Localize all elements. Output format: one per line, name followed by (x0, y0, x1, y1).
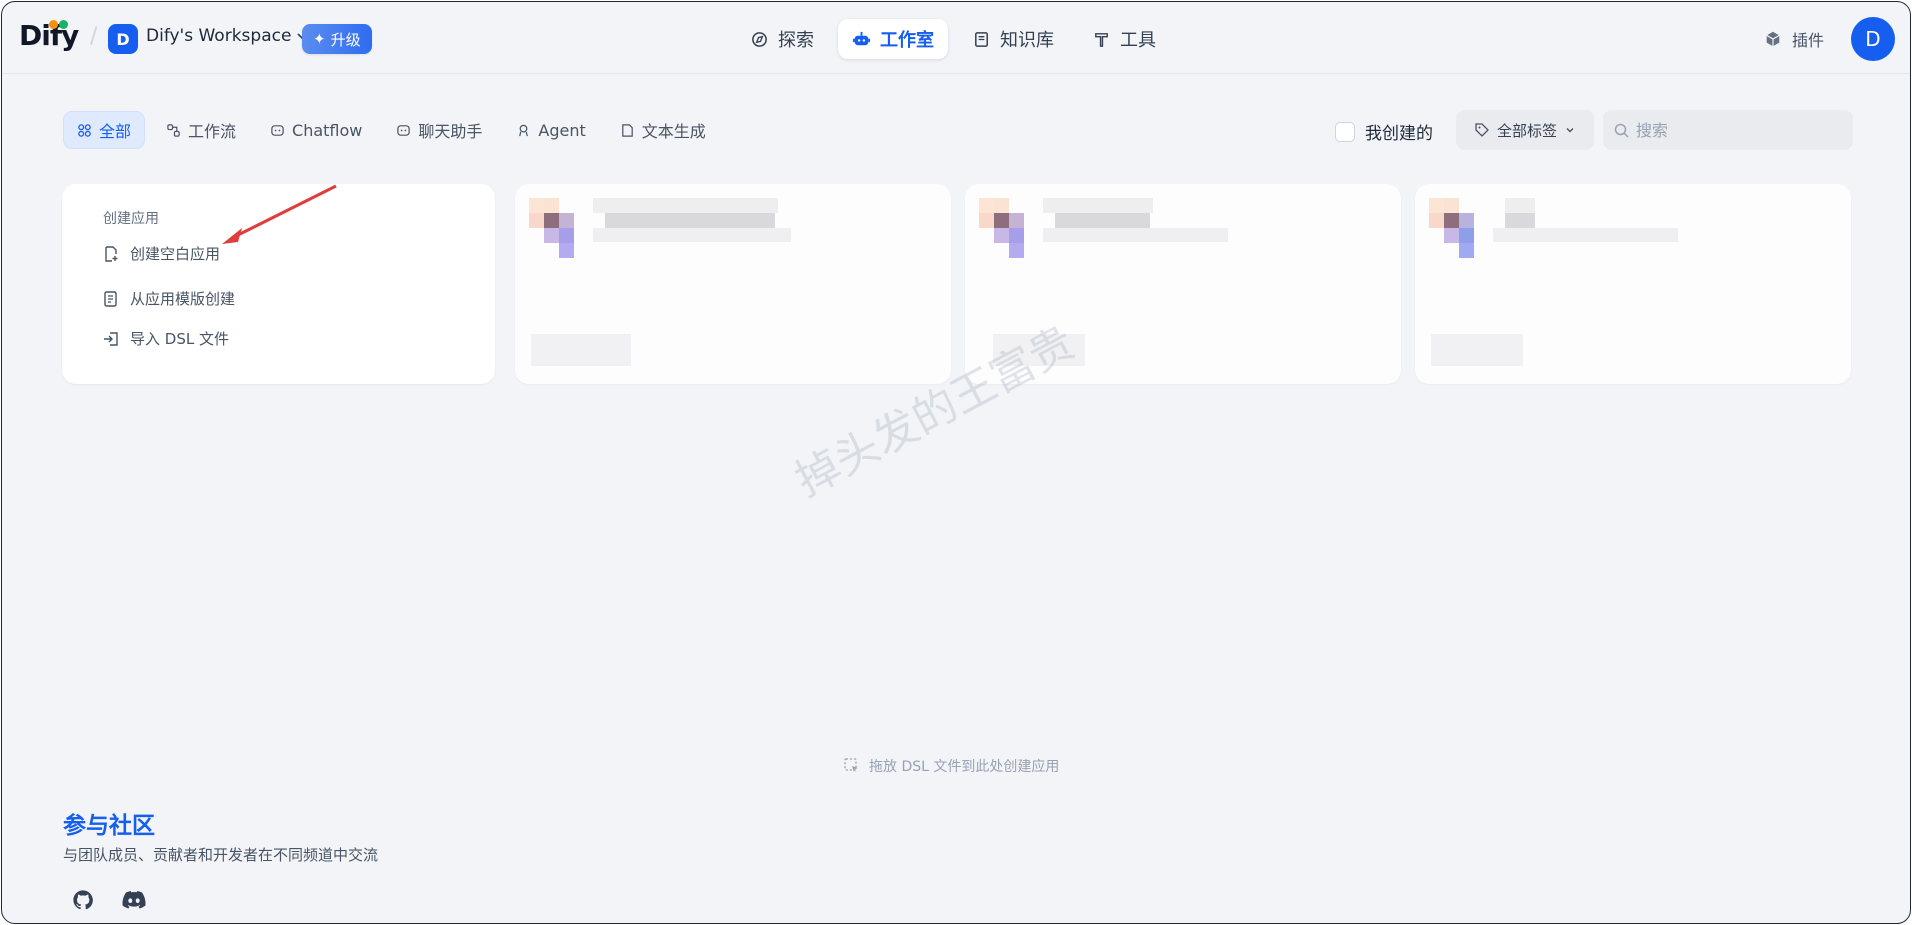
filter-tab-workflow[interactable]: 工作流 (153, 111, 249, 149)
chat-bubble-icon (397, 124, 411, 136)
breadcrumb-separator: / (90, 24, 98, 49)
chat-bubble-icon (271, 124, 284, 136)
main-nav: 探索 工作室 知识库 工具 (736, 19, 1170, 59)
tag-filter-label: 全部标签 (1496, 121, 1557, 140)
upgrade-button[interactable]: ✦ 升级 (302, 24, 372, 54)
create-item-label: 创建空白应用 (130, 245, 221, 263)
app-card[interactable] (1415, 184, 1851, 384)
nav-knowledge[interactable]: 知识库 (958, 19, 1068, 59)
chevron-down-icon (1566, 128, 1574, 133)
create-blank-app-button[interactable]: 创建空白应用 (102, 243, 220, 264)
create-from-template-button[interactable]: 从应用模版创建 (102, 288, 235, 309)
nav-label: 工具 (1120, 30, 1156, 51)
dify-logo[interactable]: Dify (19, 18, 79, 52)
filter-label: 全部 (99, 122, 132, 141)
app-icon (1429, 198, 1491, 260)
filter-tab-agent[interactable]: Agent (503, 111, 598, 149)
blurred-title (1505, 198, 1535, 213)
filter-label: Chatflow (292, 120, 363, 140)
tag-icon (1475, 123, 1489, 137)
blurred-title (593, 198, 778, 213)
document-icon (621, 123, 633, 137)
blurred-title (1055, 213, 1150, 228)
logo-dot (59, 20, 68, 29)
discord-icon (122, 891, 146, 909)
blurred-title (1043, 198, 1153, 213)
nav-label: 工作室 (880, 30, 934, 51)
filter-tab-chat-assistant[interactable]: 聊天助手 (383, 111, 495, 149)
annotation-arrow (222, 184, 337, 244)
plugins-button[interactable]: 插件 (1764, 27, 1824, 51)
import-icon (104, 331, 118, 346)
blurred-footer (1431, 334, 1523, 366)
app-icon (529, 198, 591, 260)
plugins-label: 插件 (1792, 31, 1825, 50)
user-avatar[interactable]: D (1851, 17, 1895, 61)
drop-dsl-hint: 拖放 DSL 文件到此处创建应用 (843, 756, 1059, 776)
workspace-switcher[interactable]: Dify's Workspace (146, 26, 309, 46)
create-item-label: 导入 DSL 文件 (130, 330, 229, 348)
sparkle-icon: ✦ (313, 30, 326, 48)
blurred-subtitle (1493, 228, 1678, 242)
github-icon (73, 890, 93, 910)
workflow-icon (167, 123, 180, 137)
filter-tab-all[interactable]: 全部 (63, 111, 146, 149)
search-input[interactable] (1636, 120, 1836, 140)
nav-label: 知识库 (1000, 30, 1054, 51)
blurred-subtitle (593, 228, 791, 242)
robot-icon (852, 31, 871, 45)
app-window: Dify / D Dify's Workspace ✦ 升级 探索 工作室 知识… (1, 1, 1911, 924)
filter-label: 文本生成 (641, 122, 706, 141)
create-item-label: 从应用模版创建 (130, 290, 236, 308)
blurred-title (1505, 213, 1535, 228)
new-file-icon (105, 245, 118, 262)
filter-label: 聊天助手 (418, 122, 483, 141)
workspace-avatar[interactable]: D (108, 24, 138, 54)
app-type-filters: 全部 工作流 Chatflow 聊天助手 Agent 文本生成 (63, 111, 719, 149)
nav-explore[interactable]: 探索 (736, 19, 828, 59)
grid-icon (78, 123, 91, 137)
tag-filter-dropdown[interactable]: 全部标签 (1456, 110, 1594, 150)
nav-label: 探索 (778, 30, 814, 51)
book-icon (975, 31, 988, 47)
template-icon (104, 290, 117, 307)
top-header: Dify / D Dify's Workspace ✦ 升级 探索 工作室 知识… (2, 2, 1910, 74)
upgrade-label: 升级 (330, 30, 361, 49)
community-title: 参与社区 (63, 813, 155, 839)
blurred-subtitle (1043, 228, 1228, 242)
filter-tab-text-generation[interactable]: 文本生成 (607, 111, 719, 149)
filter-label: Agent (538, 120, 586, 140)
search-box (1603, 110, 1853, 150)
search-icon (1614, 123, 1629, 138)
nav-tools[interactable]: 工具 (1078, 19, 1170, 59)
agent-icon (519, 124, 529, 136)
created-by-me-toggle[interactable]: 我创建的 (1335, 119, 1433, 144)
compass-icon (752, 31, 767, 47)
import-dsl-button[interactable]: 导入 DSL 文件 (102, 328, 229, 349)
drag-drop-icon (844, 758, 858, 772)
discord-link[interactable] (120, 886, 148, 914)
blurred-title (605, 213, 775, 228)
community-description: 与团队成员、贡献者和开发者在不同频道中交流 (63, 846, 379, 864)
filter-label: 工作流 (188, 122, 237, 141)
filter-tab-chatflow[interactable]: Chatflow (257, 111, 375, 149)
created-by-me-checkbox[interactable] (1335, 121, 1355, 142)
app-icon (979, 198, 1041, 260)
workspace-name: Dify's Workspace (146, 26, 292, 46)
blurred-footer (531, 334, 631, 366)
created-by-me-label: 我创建的 (1365, 124, 1433, 144)
nav-studio[interactable]: 工作室 (838, 19, 948, 59)
drop-hint-label: 拖放 DSL 文件到此处创建应用 (869, 759, 1060, 775)
hammer-icon (1095, 32, 1108, 47)
app-card[interactable] (515, 184, 951, 384)
github-link[interactable] (69, 886, 97, 914)
cube-icon (1766, 31, 1780, 47)
create-app-title: 创建应用 (103, 211, 159, 227)
logo-dot (49, 20, 58, 29)
